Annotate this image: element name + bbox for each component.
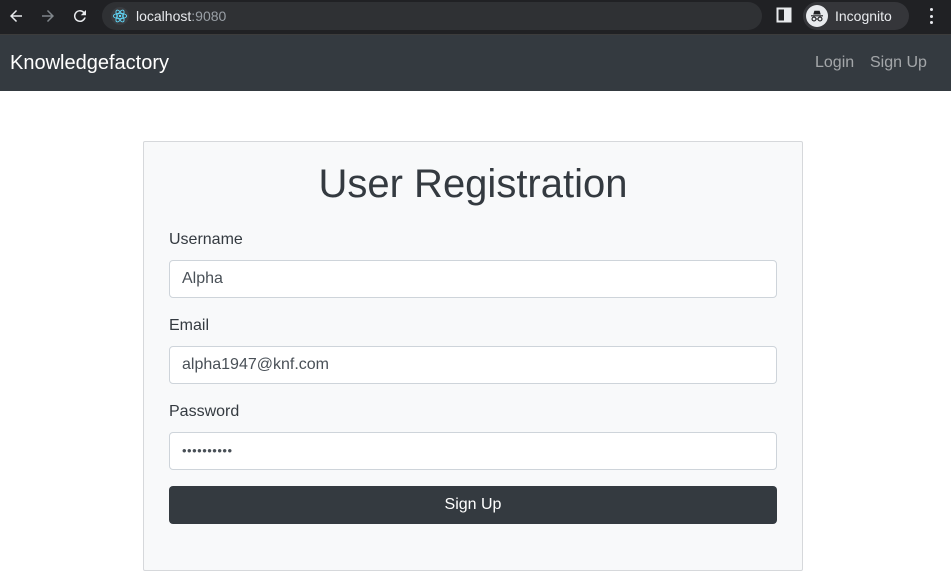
arrow-right-icon: [42, 10, 54, 22]
brand-link[interactable]: Knowledgefactory: [10, 52, 169, 75]
app-navbar: Knowledgefactory Login Sign Up: [0, 35, 951, 91]
incognito-label: Incognito: [835, 8, 892, 24]
forward-button[interactable]: [37, 5, 59, 27]
nav-signup-link[interactable]: Sign Up: [870, 54, 927, 72]
arrow-left-icon: [10, 10, 22, 22]
address-bar[interactable]: localhost:9080: [102, 2, 762, 30]
username-label: Username: [169, 231, 243, 248]
signup-submit-button[interactable]: Sign Up: [169, 486, 777, 524]
reload-icon: [73, 10, 86, 23]
url-host: localhost: [136, 8, 192, 24]
react-logo-icon: [111, 7, 129, 25]
incognito-badge[interactable]: Incognito: [803, 2, 909, 30]
back-button[interactable]: [5, 5, 27, 27]
url-text: localhost:9080: [136, 8, 226, 24]
reload-button[interactable]: [69, 5, 91, 27]
url-port: :9080: [191, 8, 227, 24]
password-input[interactable]: ••••••••••: [169, 432, 777, 470]
kebab-menu-icon[interactable]: [923, 6, 939, 26]
side-panel-icon[interactable]: [776, 7, 792, 23]
incognito-icon: [806, 5, 828, 27]
password-label: Password: [169, 403, 240, 420]
registration-card: User Registration Username Alpha Email a…: [143, 141, 803, 571]
browser-toolbar: localhost:9080 Incognito: [0, 0, 951, 35]
email-label: Email: [169, 317, 210, 334]
nav-login-link[interactable]: Login: [815, 54, 854, 72]
page-title: User Registration: [318, 162, 628, 206]
email-input[interactable]: alpha1947@knf.com: [169, 346, 777, 384]
username-input[interactable]: Alpha: [169, 260, 777, 298]
